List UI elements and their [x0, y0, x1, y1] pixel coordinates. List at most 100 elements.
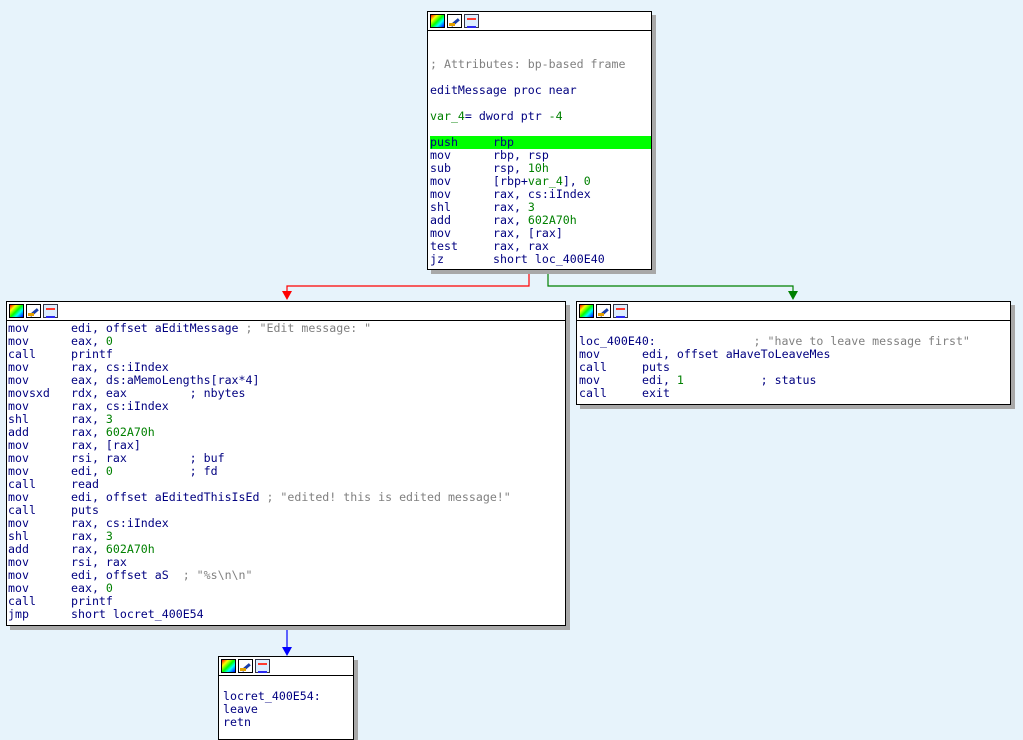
color-palette-icon[interactable] [9, 304, 24, 318]
operand-symbol[interactable]: iIndex [127, 360, 169, 374]
operand-number: 0 [105, 464, 113, 478]
operand-symbol[interactable]: aHaveToLeaveMes [726, 347, 831, 361]
edit-pencil-icon[interactable] [238, 659, 253, 673]
operand: rax, [493, 200, 528, 214]
operand: rax, cs: [71, 516, 127, 530]
operand-number: 3 [527, 200, 535, 214]
operand-symbol[interactable]: printf [71, 347, 113, 361]
operand: edi, offset [71, 490, 155, 504]
operand: rax, rax [493, 239, 549, 253]
operand: eax, [71, 334, 106, 348]
asm-instruction[interactable]: mov rax, cs:iIndex [430, 188, 651, 201]
node-header [428, 12, 651, 31]
edge-jmp-arrow [282, 647, 292, 656]
asm-body: loc_400E40: ; "have to leave message fir… [577, 321, 1010, 400]
asm-instruction[interactable]: call exit [579, 387, 1010, 400]
operand: rbp, rsp [493, 148, 549, 162]
operand: rsi, rax [71, 451, 190, 465]
comment-string: "%s\n\n" [196, 568, 253, 582]
operand-symbol[interactable]: printf [71, 594, 113, 608]
operand: rsp, [493, 161, 528, 175]
operand: edi, offset [642, 347, 726, 361]
comment: ; [238, 321, 260, 335]
operand: ], [562, 174, 584, 188]
asm-instruction[interactable]: jmp short locret_400E54 [8, 608, 565, 621]
edit-pencil-icon[interactable] [596, 304, 611, 318]
operand: rax, cs: [71, 399, 127, 413]
asm-instruction[interactable]: jz short loc_400E40 [430, 253, 651, 266]
mnemonic: call [579, 386, 607, 400]
graph-view-icon[interactable] [464, 14, 479, 28]
operand: rsi, rax [71, 555, 127, 569]
operand-symbol[interactable]: exit [642, 386, 670, 400]
edit-pencil-icon[interactable] [447, 14, 462, 28]
operand-number: 602A70h [105, 425, 155, 439]
edge-jz-fallthrough-arrow [788, 291, 798, 300]
operand-symbol[interactable]: iIndex [127, 399, 169, 413]
operand: [rax*4] [210, 373, 260, 387]
edge-jz-taken-arrow [282, 291, 292, 300]
operand-symbol[interactable]: aS [155, 568, 169, 582]
operand-symbol[interactable]: loc_400E40 [535, 252, 605, 266]
operand-number: 602A70h [527, 213, 577, 227]
operand-symbol[interactable]: iIndex [549, 187, 591, 201]
edit-pencil-icon[interactable] [26, 304, 41, 318]
operand: [rbp+ [493, 174, 528, 188]
node-header [577, 302, 1010, 321]
mnemonic: jz [430, 252, 444, 266]
operand: edi, offset [71, 568, 155, 582]
graph-view-icon[interactable] [43, 304, 58, 318]
node-locret-400e54[interactable]: locret_400E54: leave retn [218, 656, 354, 740]
operand-symbol[interactable]: puts [642, 360, 670, 374]
node-editmessage-entry[interactable]: ; Attributes: bp-based frame editMessage… [427, 11, 652, 270]
comment-arg: ; status [760, 373, 817, 387]
operand-symbol[interactable]: locret_400E54 [113, 607, 204, 621]
operand: rdx, eax [71, 386, 190, 400]
operand [113, 464, 190, 478]
comment-arg: ; nbytes [189, 386, 246, 400]
color-palette-icon[interactable] [221, 659, 236, 673]
operand: rax, [71, 529, 106, 543]
asm-body: ; Attributes: bp-based frame editMessage… [428, 31, 651, 266]
comment: ; [168, 568, 197, 582]
operand-symbol[interactable]: aEditedThisIsEd [155, 490, 260, 504]
operand-number: 10h [527, 161, 549, 175]
mnemonic: retn [223, 715, 251, 729]
operand-number: 0 [583, 174, 591, 188]
node-edit-branch[interactable]: mov edi, offset aEditMessage ; "Edit mess… [6, 301, 566, 626]
operand-symbol[interactable]: puts [71, 503, 99, 517]
operand: eax, [71, 581, 106, 595]
graph-view-icon[interactable] [255, 659, 270, 673]
node-loc-400e40[interactable]: loc_400E40: ; "have to leave message fir… [576, 301, 1011, 405]
operand-var: var_4 [527, 174, 563, 188]
operand: rax, [71, 542, 106, 556]
asm-body: locret_400E54: leave retn [219, 676, 353, 729]
operand [684, 373, 761, 387]
node-header [219, 657, 353, 676]
asm-instruction[interactable]: retn [223, 716, 353, 729]
comment-arg: ; buf [189, 451, 225, 465]
attributes-comment: ; Attributes: bp-based frame [430, 57, 626, 71]
operand: rax, [493, 213, 528, 227]
operand: edi, offset [71, 321, 155, 335]
operand: rax, [71, 425, 106, 439]
proc-declaration[interactable]: editMessage proc near [430, 84, 651, 97]
asm-body: mov edi, offset aEditMessage ; "Edit mess… [7, 321, 565, 621]
operand-symbol[interactable]: iIndex [127, 516, 169, 530]
operand: rax, cs: [71, 360, 127, 374]
operand: edi, [642, 373, 677, 387]
var-declaration[interactable]: var_4= dword ptr -4 [430, 110, 651, 123]
color-palette-icon[interactable] [579, 304, 594, 318]
operand: rax, cs: [493, 187, 549, 201]
operand: rax, [rax] [493, 226, 563, 240]
operand-symbol[interactable]: read [71, 477, 99, 491]
operand-symbol[interactable]: aEditMessage [155, 321, 239, 335]
operand-number: 0 [105, 581, 113, 595]
edge-jz-taken [286, 270, 530, 296]
graph-view-icon[interactable] [613, 304, 628, 318]
operand-symbol[interactable]: aMemoLengths [127, 373, 211, 387]
color-palette-icon[interactable] [430, 14, 445, 28]
comment-string: "Edit message: " [259, 321, 372, 335]
operand-number: 3 [105, 412, 113, 426]
node-header [7, 302, 565, 321]
